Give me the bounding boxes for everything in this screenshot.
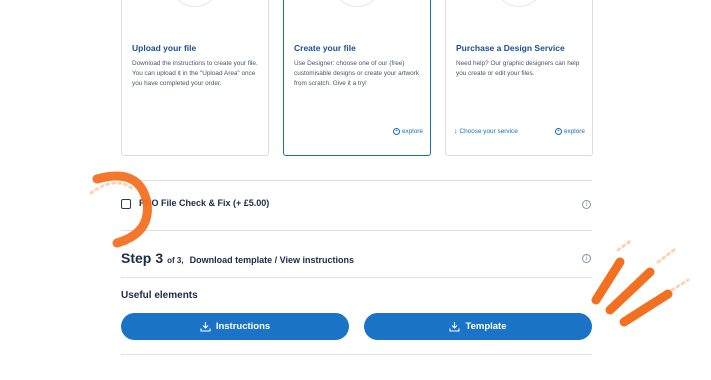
choose-service-label: Choose your service	[459, 128, 518, 135]
step-word: Step	[121, 250, 152, 266]
explore-link[interactable]: + explore	[555, 128, 585, 135]
design-service-card[interactable]: Purchase a Design Service Need help? Our…	[445, 0, 593, 156]
card-title: Purchase a Design Service	[456, 43, 565, 53]
card-description: Need help? Our graphic designers can hel…	[456, 60, 580, 77]
card-description: Download the instructions to create your…	[132, 60, 258, 87]
divider	[121, 180, 592, 181]
step-total: of 3,	[167, 256, 184, 265]
info-icon[interactable]: i	[582, 200, 591, 209]
explore-link-label: explore	[402, 128, 423, 135]
explore-link-label: explore	[564, 128, 585, 135]
arrow-down-icon: ↓	[454, 128, 458, 135]
plus-circle-icon: +	[393, 128, 400, 135]
template-button[interactable]: Template	[364, 313, 592, 340]
card-description: Use Designer: choose one of our (free) c…	[294, 60, 420, 87]
download-icon	[200, 322, 211, 332]
template-button-label: Template	[465, 321, 507, 332]
choose-service-link[interactable]: ↓ Choose your service	[454, 128, 518, 135]
step-description: Download template / View instructions	[189, 255, 354, 265]
step-heading: Step 3 of 3, Download template / View in…	[121, 250, 354, 266]
upload-file-card[interactable]: Upload your file Download the instructio…	[121, 0, 269, 156]
plus-circle-icon: +	[555, 128, 562, 135]
divider	[121, 354, 592, 355]
instructions-button[interactable]: Instructions	[121, 313, 349, 340]
download-icon	[449, 322, 461, 332]
design-service-icon	[494, 0, 544, 7]
decorative-orange-strokes	[591, 240, 690, 327]
card-title: Create your file	[294, 43, 356, 53]
create-file-card[interactable]: Create your file Use Designer: choose on…	[283, 0, 431, 156]
decorative-orange-arc	[89, 171, 152, 248]
monitor-upload-icon	[170, 0, 220, 7]
pro-file-check-checkbox[interactable]	[121, 199, 131, 209]
info-icon[interactable]: i	[582, 254, 591, 263]
useful-elements-title: Useful elements	[121, 290, 198, 301]
step-number: 3	[155, 250, 164, 266]
pro-file-check-label[interactable]: PRO File Check & Fix (+ £5.00)	[139, 198, 269, 208]
divider	[121, 230, 592, 231]
divider	[121, 277, 592, 278]
monitor-design-icon	[332, 0, 382, 7]
instructions-button-label: Instructions	[215, 321, 271, 332]
card-title: Upload your file	[132, 43, 197, 53]
explore-link[interactable]: + explore	[393, 128, 423, 135]
